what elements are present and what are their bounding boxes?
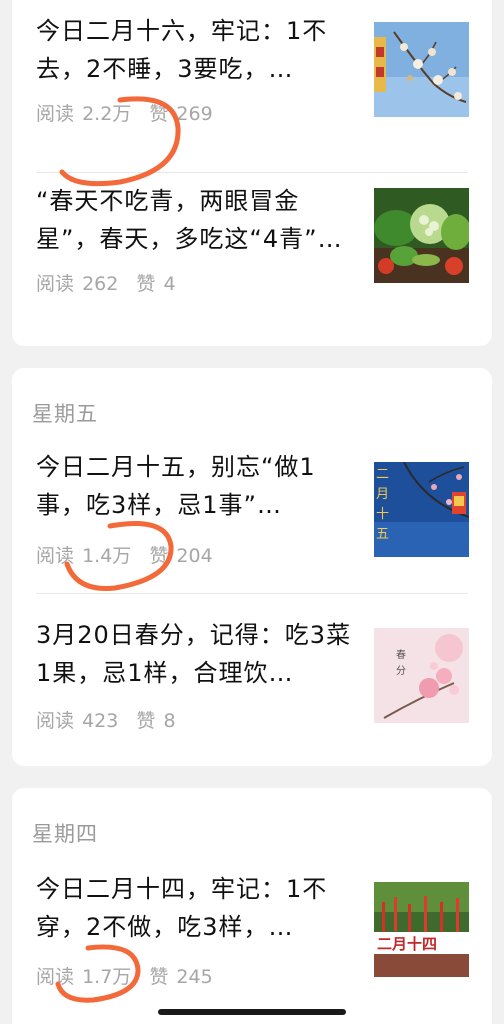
day-label: 星期四: [32, 822, 98, 846]
like-count-label: 赞: [149, 103, 169, 125]
svg-text:十: 十: [376, 507, 389, 522]
read-count: 1.7万: [82, 966, 132, 988]
article-item[interactable]: “春天不吃青，两眼冒金星”，春天，多吃这“4青”… 阅读 262 赞 4: [12, 173, 492, 325]
article-group-card: 星期五 今日二月十五，别忘“做1事，吃3样，忌1事”… 阅读 1.4万 赞 20…: [12, 368, 492, 766]
like-count-label: 赞: [149, 966, 169, 988]
like-count: 204: [176, 545, 213, 567]
article-stats: 阅读 2.2万 赞 269: [36, 99, 213, 126]
article-stats: 阅读 423 赞 8: [36, 706, 176, 733]
svg-text:二月十四: 二月十四: [377, 935, 437, 953]
svg-text:春: 春: [396, 649, 406, 661]
article-title: “春天不吃青，两眼冒金星”，春天，多吃这“4青”…: [36, 187, 343, 253]
vegetables-image: [374, 188, 469, 283]
article-item[interactable]: 今日二月十六，牢记：1不去，2不睡，3要吃，… 阅读 2.2万 赞 269: [12, 0, 492, 152]
article-group-card: 今日二月十六，牢记：1不去，2不睡，3要吃，… 阅读 2.2万 赞 269 “春…: [12, 0, 492, 346]
like-count-label: 赞: [136, 710, 156, 732]
article-stats: 阅读 1.4万 赞 204: [36, 541, 213, 568]
read-count-label: 阅读: [36, 103, 75, 125]
read-count-label: 阅读: [36, 273, 75, 295]
article-item[interactable]: 3月20日春分，记得：吃3菜1果，忌1样，合理饮… 阅读 423 赞 8 春 分: [12, 594, 492, 754]
like-count: 8: [163, 710, 176, 732]
read-count-label: 阅读: [36, 966, 75, 988]
read-count-label: 阅读: [36, 710, 75, 732]
plum-blossom-image: [374, 22, 469, 117]
read-count: 2.2万: [82, 103, 132, 125]
article-item[interactable]: 今日二月十五，别忘“做1事，吃3样，忌1事”… 阅读 1.4万 赞 204 二 …: [12, 438, 492, 592]
read-count: 1.4万: [82, 545, 132, 567]
read-count: 423: [82, 710, 119, 732]
article-stats: 阅读 1.7万 赞 245: [36, 962, 213, 989]
day-label: 星期五: [32, 402, 98, 426]
like-count: 245: [176, 966, 213, 988]
article-group-card: 星期四 今日二月十四，牢记：1不穿，2不做，吃3样，… 阅读 1.7万 赞 24…: [12, 788, 492, 1024]
svg-text:分: 分: [396, 665, 406, 677]
article-title: 今日二月十五，别忘“做1事，吃3样，忌1事”…: [36, 453, 316, 519]
like-count: 269: [176, 103, 213, 125]
like-count: 4: [163, 273, 176, 295]
svg-text:二: 二: [376, 467, 389, 482]
blossom-lantern-image: 二 月 十 五: [374, 462, 469, 557]
article-stats: 阅读 262 赞 4: [36, 269, 176, 296]
article-title: 今日二月十六，牢记：1不去，2不睡，3要吃，…: [36, 17, 328, 83]
read-count: 262: [82, 273, 119, 295]
red-ribbons-image: 二月十四: [374, 882, 469, 977]
home-indicator[interactable]: [158, 1009, 346, 1015]
read-count-label: 阅读: [36, 545, 75, 567]
article-item[interactable]: 今日二月十四，牢记：1不穿，2不做，吃3样，… 阅读 1.7万 赞 245 二月…: [12, 858, 492, 1012]
svg-text:月: 月: [376, 487, 389, 502]
like-count-label: 赞: [149, 545, 169, 567]
article-title: 3月20日春分，记得：吃3菜1果，忌1样，合理饮…: [36, 621, 352, 687]
spring-equinox-image: 春 分: [374, 628, 469, 723]
article-title: 今日二月十四，牢记：1不穿，2不做，吃3样，…: [36, 875, 328, 941]
svg-text:五: 五: [376, 527, 389, 542]
like-count-label: 赞: [136, 273, 156, 295]
